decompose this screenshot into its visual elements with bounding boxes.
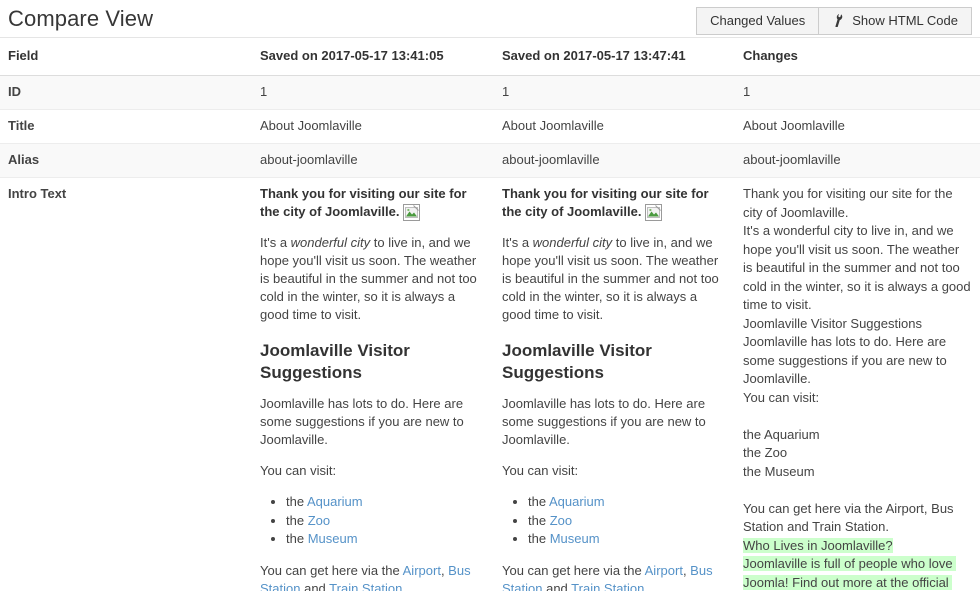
show-html-code-button[interactable]: Show HTML Code bbox=[819, 7, 972, 35]
intro-p5-a: You can get here via the bbox=[260, 562, 403, 578]
link-museum[interactable]: Museum bbox=[308, 531, 358, 546]
intro-heading: Joomlaville Visitor Suggestions bbox=[260, 341, 410, 382]
changed-values-label: Changed Values bbox=[710, 13, 806, 28]
page-header: Compare View Changed Values Show HTML Co… bbox=[0, 0, 980, 38]
intro-lead-paragraph: Thank you for visiting our site for the … bbox=[260, 185, 486, 221]
cell-title-version-2: About Joomlaville bbox=[494, 109, 735, 144]
field-name-title: Title bbox=[0, 109, 252, 144]
intro-p2-a: It's a bbox=[502, 235, 533, 250]
column-header-changes: Changes bbox=[735, 38, 980, 76]
cell-title-version-1: About Joomlaville bbox=[252, 109, 494, 144]
table-body: ID 1 1 1 Title About Joomlaville About J… bbox=[0, 75, 980, 591]
link-train-station[interactable]: Train Station bbox=[329, 581, 402, 591]
compare-table: Field Saved on 2017-05-17 13:41:05 Saved… bbox=[0, 38, 980, 591]
intro-p5-sep2: and bbox=[300, 580, 330, 591]
intro-lead-bold: Thank you for visiting our site for the … bbox=[260, 186, 467, 219]
list-item-prefix: the bbox=[286, 531, 308, 546]
intro-p5-a: You can get here via the bbox=[502, 562, 645, 578]
list-item-prefix: the bbox=[528, 531, 550, 546]
link-train-station[interactable]: Train Station bbox=[571, 581, 644, 591]
changed-values-button[interactable]: Changed Values bbox=[696, 7, 820, 35]
intro-paragraph-3: Joomlaville has lots to do. Here are som… bbox=[260, 396, 464, 447]
intro-suggestions-list: the Aquarium the Zoo the Museum bbox=[260, 493, 486, 549]
intro-p5-end: . bbox=[644, 580, 649, 591]
table-header-row: Field Saved on 2017-05-17 13:41:05 Saved… bbox=[0, 38, 980, 76]
wrench-icon bbox=[832, 13, 845, 28]
list-item: the Aquarium bbox=[528, 493, 727, 512]
field-name-id: ID bbox=[0, 75, 252, 110]
list-item: the Museum bbox=[528, 530, 727, 549]
page-title: Compare View bbox=[8, 6, 154, 31]
intro-paragraph-2: It's a wonderful city to live in, and we… bbox=[260, 234, 486, 324]
link-zoo[interactable]: Zoo bbox=[550, 513, 572, 528]
intro-lead-bold: Thank you for visiting our site for the … bbox=[502, 186, 709, 219]
list-item: the Aquarium bbox=[286, 493, 486, 512]
diff-unchanged: Thank you for visiting our site for the … bbox=[743, 186, 971, 534]
intro-lead-tail: . bbox=[395, 204, 400, 219]
intro-p2-emphasis: wonderful city bbox=[532, 235, 613, 250]
diff-inserted: Who Lives in Joomlaville? Joomlaville is… bbox=[743, 537, 957, 591]
list-item: the Zoo bbox=[286, 512, 486, 531]
list-item: the Zoo bbox=[528, 512, 727, 531]
intro-paragraph-2: It's a wonderful city to live in, and we… bbox=[502, 234, 727, 324]
intro-paragraph-4: You can visit: bbox=[502, 463, 579, 478]
table-row-intro-text: Intro Text Thank you for visiting our si… bbox=[0, 177, 980, 591]
link-aquarium[interactable]: Aquarium bbox=[549, 494, 605, 509]
compare-view-page: Compare View Changed Values Show HTML Co… bbox=[0, 0, 980, 591]
cell-id-version-1: 1 bbox=[252, 75, 494, 110]
cell-id-version-2: 1 bbox=[494, 75, 735, 110]
list-item-prefix: the bbox=[528, 494, 549, 509]
link-museum[interactable]: Museum bbox=[550, 531, 600, 546]
cell-alias-version-1: about-joomlaville bbox=[252, 143, 494, 178]
link-airport[interactable]: Airport bbox=[403, 563, 441, 578]
show-html-code-label: Show HTML Code bbox=[852, 13, 958, 28]
cell-title-changes: About Joomlaville bbox=[735, 109, 980, 144]
cell-intro-text-changes: Thank you for visiting our site for the … bbox=[735, 177, 980, 591]
intro-p5-end: . bbox=[402, 580, 407, 591]
intro-heading: Joomlaville Visitor Suggestions bbox=[502, 341, 652, 382]
list-item-prefix: the bbox=[528, 512, 550, 528]
intro-paragraph-5: You can get here via the Airport, Bus St… bbox=[260, 562, 486, 591]
table-row: ID 1 1 1 bbox=[0, 75, 980, 110]
broken-image-icon bbox=[403, 204, 421, 221]
field-name-intro-text: Intro Text bbox=[0, 177, 252, 591]
header-button-group: Changed Values Show HTML Code bbox=[696, 7, 972, 35]
link-airport[interactable]: Airport bbox=[645, 563, 683, 578]
column-header-version-2: Saved on 2017-05-17 13:47:41 bbox=[494, 38, 735, 76]
cell-id-changes: 1 bbox=[735, 75, 980, 110]
cell-intro-text-version-2: Thank you for visiting our site for the … bbox=[494, 177, 735, 591]
field-name-alias: Alias bbox=[0, 143, 252, 178]
column-header-field: Field bbox=[0, 38, 252, 76]
cell-intro-text-version-1: Thank you for visiting our site for the … bbox=[252, 177, 494, 591]
table-row: Alias about-joomlaville about-joomlavill… bbox=[0, 143, 980, 178]
cell-alias-changes: about-joomlaville bbox=[735, 143, 980, 178]
table-row: Title About Joomlaville About Joomlavill… bbox=[0, 109, 980, 144]
intro-p5-sep2: and bbox=[542, 580, 572, 591]
diff-text: Thank you for visiting our site for the … bbox=[743, 185, 972, 591]
broken-image-icon bbox=[645, 204, 663, 221]
cell-alias-version-2: about-joomlaville bbox=[494, 143, 735, 178]
link-zoo[interactable]: Zoo bbox=[308, 513, 330, 528]
intro-p2-a: It's a bbox=[260, 235, 291, 250]
intro-suggestions-list: the Aquarium the Zoo the Museum bbox=[502, 493, 727, 549]
intro-lead-tail: . bbox=[637, 204, 642, 219]
link-aquarium[interactable]: Aquarium bbox=[307, 494, 363, 509]
list-item-prefix: the bbox=[286, 512, 308, 528]
intro-lead-paragraph: Thank you for visiting our site for the … bbox=[502, 185, 727, 221]
intro-p2-emphasis: wonderful city bbox=[290, 235, 371, 250]
intro-paragraph-4: You can visit: bbox=[260, 463, 337, 478]
column-header-version-1: Saved on 2017-05-17 13:41:05 bbox=[252, 38, 494, 76]
list-item: the Museum bbox=[286, 530, 486, 549]
intro-paragraph-3: Joomlaville has lots to do. Here are som… bbox=[502, 396, 706, 447]
table-head: Field Saved on 2017-05-17 13:41:05 Saved… bbox=[0, 38, 980, 76]
list-item-prefix: the bbox=[286, 494, 307, 509]
intro-paragraph-5: You can get here via the Airport, Bus St… bbox=[502, 562, 727, 591]
